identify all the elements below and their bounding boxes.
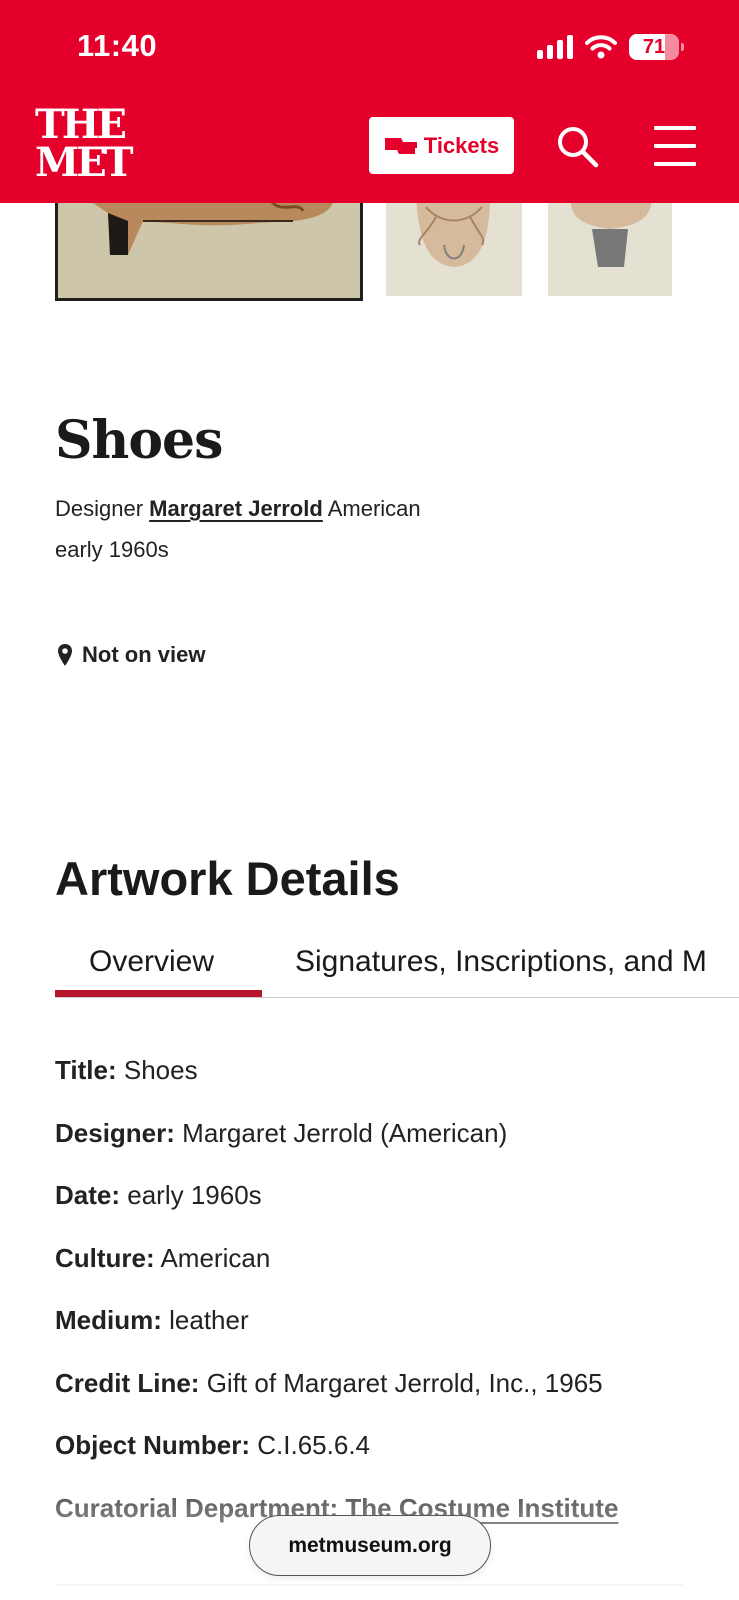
menu-button[interactable]	[654, 124, 696, 168]
artwork-details-heading: Artwork Details	[55, 852, 400, 905]
tab-signatures-inscriptions[interactable]: Signatures, Inscriptions, and M	[295, 945, 707, 979]
location-pin-icon	[58, 644, 72, 666]
tickets-label: Tickets	[423, 132, 500, 158]
detail-row-designer: Designer: Margaret Jerrold (American)	[55, 1117, 508, 1148]
artwork-details-tabs: Overview Signatures, Inscriptions, and M	[55, 945, 739, 998]
search-icon	[558, 127, 599, 168]
tickets-button[interactable]: Tickets	[369, 117, 514, 174]
met-logo[interactable]: THE MET	[35, 105, 134, 183]
image-thumbnail-front[interactable]	[386, 195, 522, 296]
detail-row-culture: Culture: American	[55, 1242, 271, 1273]
object-date: early 1960s	[55, 537, 169, 562]
section-divider	[55, 1584, 683, 1586]
image-thumbnail-back[interactable]	[548, 195, 672, 296]
detail-row-medium: Medium: leather	[55, 1305, 249, 1335]
object-title: Shoes	[55, 410, 223, 471]
detail-row-date: Date: early 1960s	[55, 1180, 262, 1210]
location-status: Not on view	[82, 642, 206, 667]
shoe-front-image	[386, 195, 522, 296]
battery-icon: 71	[629, 34, 684, 60]
artwork-details-list: Title: Shoes Designer: Margaret Jerrold …	[55, 1055, 735, 1555]
cellular-signal-icon	[537, 35, 573, 59]
gallery-location: Not on view	[57, 642, 205, 668]
active-tab-indicator	[55, 990, 262, 997]
tab-overview[interactable]: Overview	[89, 945, 214, 979]
search-button[interactable]	[556, 125, 600, 169]
designer-role: Designer	[55, 496, 144, 521]
hamburger-menu-icon	[654, 126, 696, 130]
wifi-icon	[585, 35, 617, 59]
detail-row-credit-line: Credit Line: Gift of Margaret Jerrold, I…	[55, 1367, 603, 1398]
designer-nationality: American	[327, 496, 421, 521]
detail-row-object-number: Object Number: C.I.65.6.4	[55, 1430, 370, 1460]
designer-link[interactable]: Margaret Jerrold	[149, 496, 323, 521]
site-header: 11:40 71 THE MET Tickets	[0, 0, 739, 203]
designer-line: Designer Margaret Jerrold American	[55, 496, 421, 522]
battery-level: 71	[642, 35, 666, 58]
ticket-icon	[384, 137, 417, 154]
status-indicators: 71	[537, 34, 684, 60]
browser-url-bar[interactable]: metmuseum.org	[249, 1515, 491, 1576]
status-time: 11:40	[77, 28, 158, 63]
shoe-back-image	[548, 195, 672, 296]
detail-row-title: Title: Shoes	[55, 1055, 198, 1085]
